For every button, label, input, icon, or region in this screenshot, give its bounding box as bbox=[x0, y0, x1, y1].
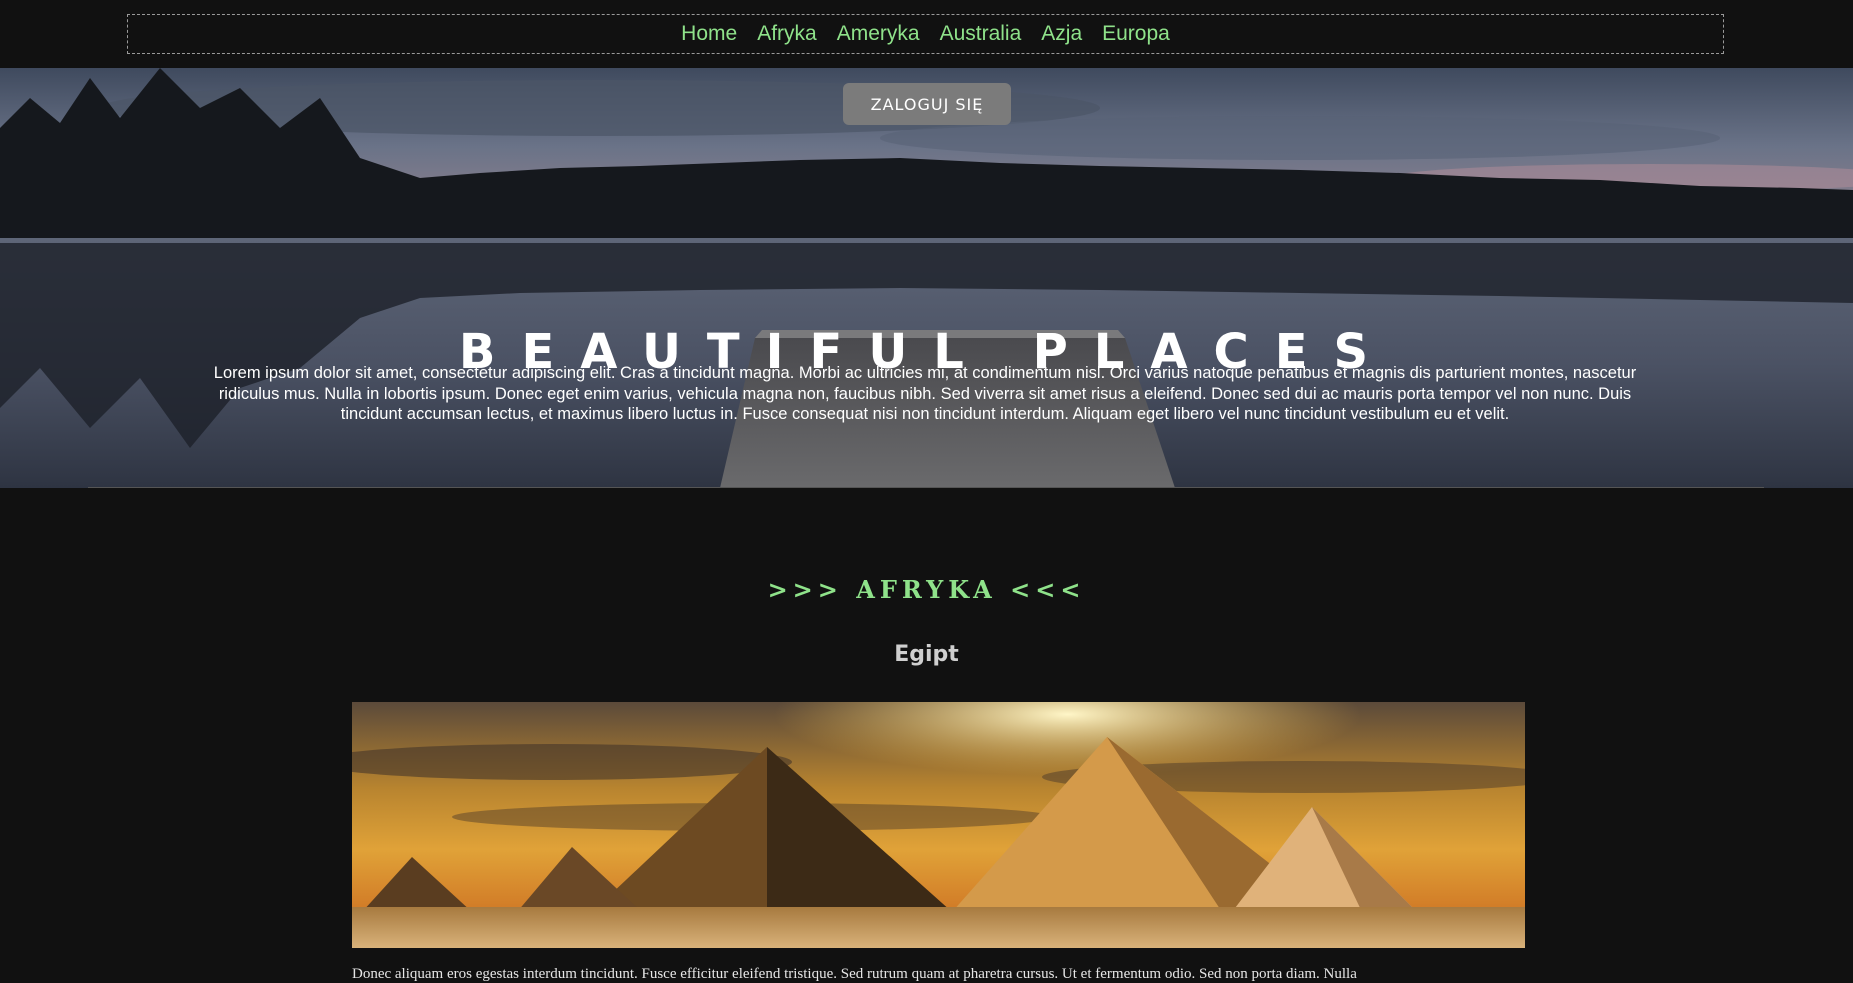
lake-background-image bbox=[0, 68, 1853, 488]
divider bbox=[88, 487, 1764, 488]
pyramids-image bbox=[352, 702, 1525, 948]
top-bar: Home Afryka Ameryka Australia Azja Europ… bbox=[0, 0, 1853, 68]
nav-australia[interactable]: Australia bbox=[940, 22, 1022, 46]
place-title: Egipt bbox=[894, 642, 959, 667]
hero-section: ZALOGUJ SIĘ BEAUTIFUL PLACES Lorem ipsum… bbox=[0, 68, 1853, 488]
nav-azja[interactable]: Azja bbox=[1041, 22, 1082, 46]
section-title: >>> AFRYKA <<< bbox=[767, 575, 1086, 604]
place-description: Donec aliquam eros egestas interdum tinc… bbox=[352, 966, 1357, 982]
login-button[interactable]: ZALOGUJ SIĘ bbox=[843, 83, 1011, 125]
hero-description: Lorem ipsum dolor sit amet, consectetur … bbox=[213, 364, 1637, 423]
nav-afryka[interactable]: Afryka bbox=[757, 22, 817, 46]
pyramids-illustration bbox=[352, 702, 1525, 948]
main-nav: Home Afryka Ameryka Australia Azja Europ… bbox=[127, 14, 1724, 54]
nav-home[interactable]: Home bbox=[681, 22, 737, 46]
nav-europa[interactable]: Europa bbox=[1102, 22, 1170, 46]
nav-ameryka[interactable]: Ameryka bbox=[837, 22, 920, 46]
